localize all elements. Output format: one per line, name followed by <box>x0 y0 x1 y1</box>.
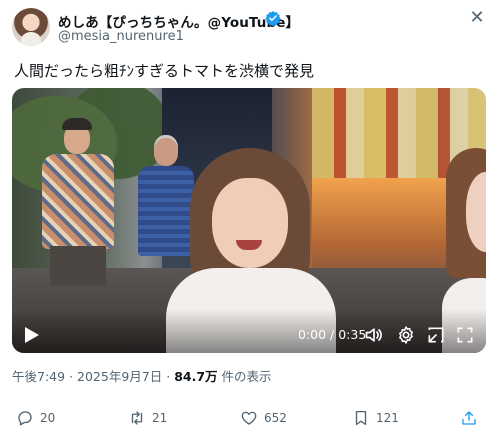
post-date[interactable]: 2025年9月7日 <box>77 369 162 384</box>
tweet-meta: 午後7:49 · 2025年9月7日 · 84.7万 件の表示 <box>12 366 272 385</box>
share-icon <box>462 411 476 425</box>
video-player[interactable]: 0:00 / 0:35 <box>12 88 486 353</box>
action-bar: 20 21 652 121 <box>0 404 500 432</box>
bookmark-icon <box>355 410 367 426</box>
fullscreen-icon[interactable] <box>455 325 475 345</box>
user-handle[interactable]: @mesia_nurenure1 <box>58 29 184 44</box>
avatar[interactable] <box>12 8 50 46</box>
volume-icon[interactable] <box>364 325 384 345</box>
heart-icon <box>241 411 257 425</box>
like-count: 652 <box>264 411 287 425</box>
reply-count: 20 <box>40 411 56 425</box>
like-button[interactable]: 652 <box>240 404 287 432</box>
tweet-text: 人間だったら粗ﾁﾝすぎるトマトを渋横で発見 <box>14 62 315 80</box>
display-name[interactable]: めしあ【ぴっちちゃん。@YouTube】 <box>58 11 299 31</box>
bookmark-count: 121 <box>376 411 399 425</box>
reply-icon <box>18 411 32 426</box>
video-time: 0:00 / 0:35 <box>298 327 367 342</box>
reply-button[interactable]: 20 <box>16 404 55 432</box>
video-person-man-left <box>32 118 122 318</box>
close-icon[interactable]: ✕ <box>466 8 488 30</box>
verified-badge-icon <box>265 11 281 26</box>
repost-count: 21 <box>152 411 168 425</box>
tweet-card: めしあ【ぴっちちゃん。@YouTube】 @mesia_nurenure1 ✕ … <box>0 0 500 437</box>
bookmark-button[interactable]: 121 <box>352 404 399 432</box>
share-button[interactable] <box>460 404 478 432</box>
view-count: 84.7万 <box>174 369 218 384</box>
play-icon[interactable] <box>24 326 40 344</box>
post-time[interactable]: 午後7:49 <box>12 369 65 384</box>
settings-icon[interactable] <box>396 325 416 345</box>
repost-icon <box>131 411 143 425</box>
pip-icon[interactable] <box>426 325 446 345</box>
meta-separator: · <box>166 369 171 384</box>
repost-button[interactable]: 21 <box>128 404 167 432</box>
meta-separator: · <box>69 369 74 384</box>
view-count-label: 件の表示 <box>221 369 272 384</box>
